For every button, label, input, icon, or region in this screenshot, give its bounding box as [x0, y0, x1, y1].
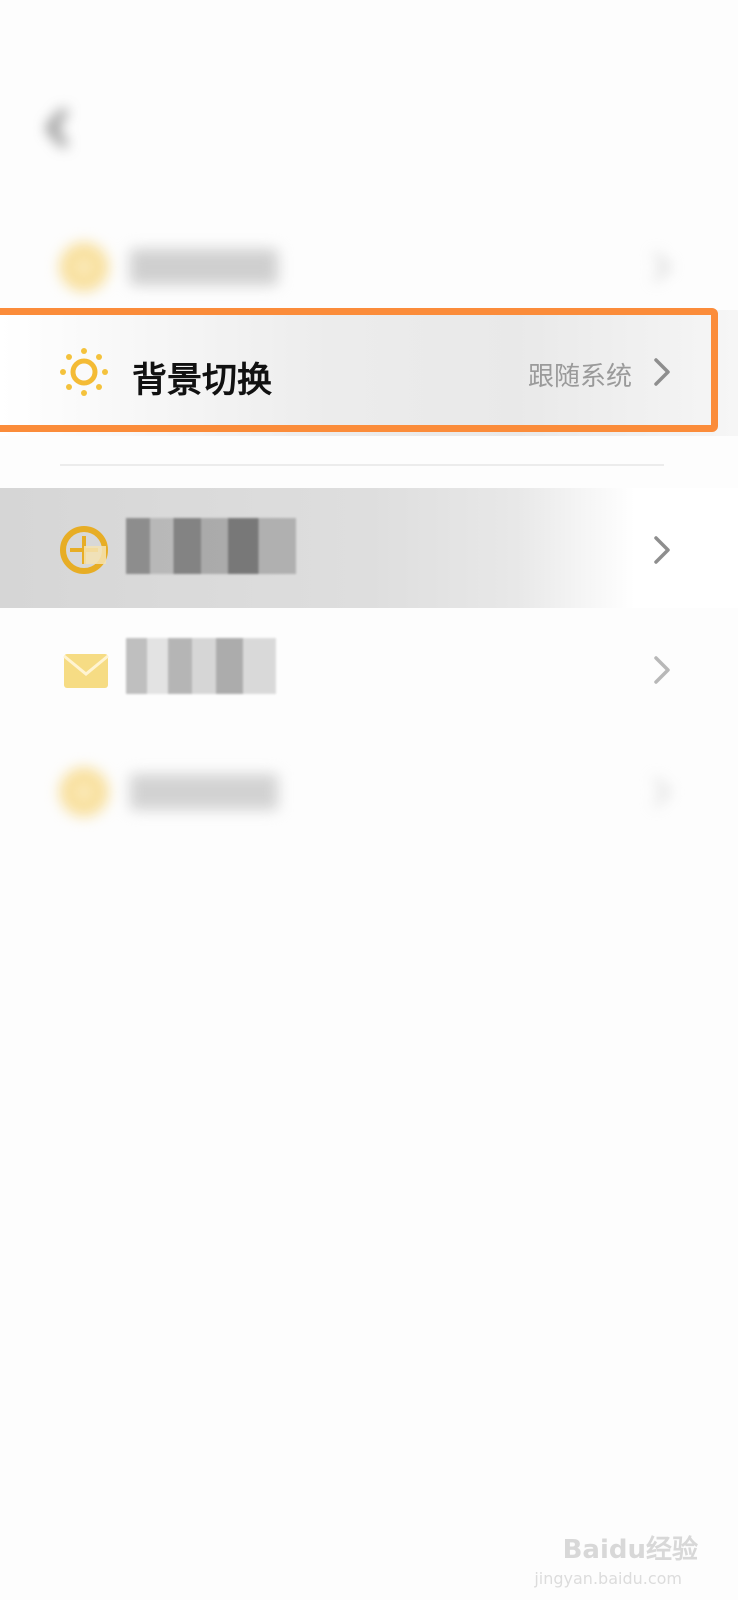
- blurred-label-block: [130, 774, 278, 810]
- status-bar: [0, 0, 738, 80]
- chevron-right-icon: [654, 656, 670, 684]
- circle-icon: [60, 243, 108, 291]
- sun-icon: [60, 348, 108, 396]
- mosaic-mask: [126, 638, 276, 694]
- mosaic-mask: [126, 518, 296, 574]
- chevron-right-icon: [654, 778, 670, 806]
- blurred-label-block: [130, 249, 278, 285]
- settings-row-about[interactable]: [0, 730, 738, 850]
- settings-row-contact[interactable]: [0, 608, 738, 728]
- mail-icon: [63, 654, 109, 688]
- chevron-right-icon: [654, 536, 670, 564]
- globe-icon: [60, 526, 108, 574]
- chevron-right-icon: [654, 253, 670, 281]
- circle-icon: [60, 768, 108, 816]
- baidu-watermark: Baidu经验: [562, 1535, 698, 1565]
- chevron-left-icon: [47, 109, 67, 147]
- nav-bar: [0, 80, 738, 180]
- settings-page: 背景切换 跟随系统 Baidu经验 jingyan.baidu.com: [0, 0, 738, 1600]
- settings-row-label: 背景切换: [132, 361, 273, 401]
- baidu-watermark-url: jingyan.baidu.com: [534, 1569, 682, 1588]
- settings-row-theme[interactable]: 背景切换 跟随系统: [0, 310, 738, 436]
- settings-row-value: 跟随系统: [527, 362, 632, 392]
- settings-row-notify[interactable]: [0, 205, 738, 325]
- chevron-right-icon: [654, 358, 670, 386]
- settings-row-update[interactable]: [0, 488, 738, 608]
- divider: [60, 464, 664, 466]
- back-button[interactable]: [36, 100, 86, 156]
